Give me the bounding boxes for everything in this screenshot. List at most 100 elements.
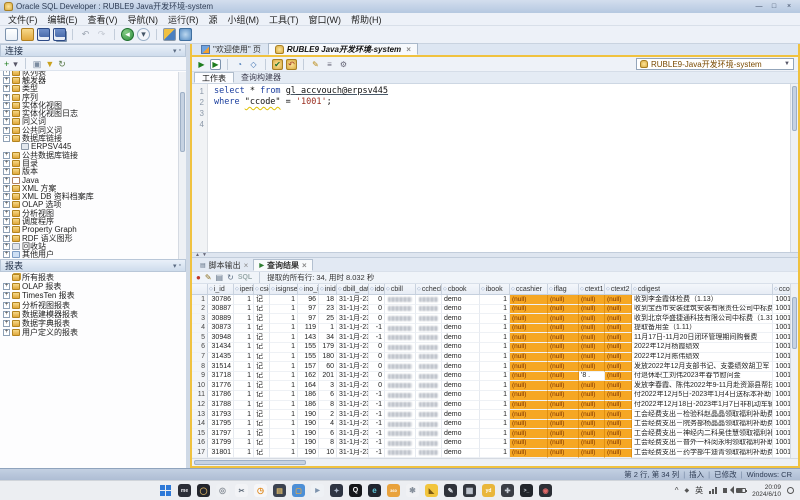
cell-ccashier[interactable]: (null) <box>510 372 548 382</box>
cell-rownum[interactable]: 3 <box>192 314 208 324</box>
expander-icon[interactable]: + <box>3 243 10 250</box>
cell-cbill[interactable] <box>385 449 416 459</box>
cell-idoc[interactable]: 0 <box>369 314 385 324</box>
cell-isignseq[interactable]: 1 <box>270 381 298 391</box>
cell-i_id[interactable]: 31788 <box>208 401 234 411</box>
cell-cbook[interactable]: demo <box>442 343 480 353</box>
cell-cdigest[interactable]: 2022年12月陈伟绩效 <box>632 353 773 363</box>
save-button[interactable] <box>37 28 50 41</box>
connections-scrollbar[interactable] <box>178 72 186 259</box>
cell-iperiod[interactable]: 1 <box>234 324 254 334</box>
undo-button[interactable]: ↶ <box>79 28 92 41</box>
cell-rownum[interactable]: 6 <box>192 343 208 353</box>
cell-ccashier[interactable]: (null) <box>510 401 548 411</box>
close-icon[interactable]: × <box>406 45 411 54</box>
cell-cdigest[interactable]: 付2022年12月5日-2023年1月4日送标本补助 <box>632 391 773 401</box>
cell-ibook[interactable]: 1 <box>480 391 510 401</box>
clear-button[interactable]: ✎ <box>310 59 321 70</box>
cell-ctext2[interactable]: (null) <box>605 381 632 391</box>
cell-i_id[interactable]: 31801 <box>208 449 234 459</box>
cell-iperiod[interactable]: 1 <box>234 314 254 324</box>
add-connection-button[interactable]: + <box>4 59 9 69</box>
menu-item[interactable]: 文件(F) <box>3 13 43 26</box>
column-header-ino_id[interactable]: ◇ino_id <box>298 284 319 294</box>
cell-ccheck[interactable] <box>416 324 442 334</box>
cell-ctext1[interactable]: (null) <box>579 429 605 439</box>
close-icon[interactable]: × <box>302 261 307 270</box>
cell-iflag[interactable]: (null) <box>548 333 579 343</box>
cell-csign[interactable]: 记 <box>254 343 270 353</box>
cell-dbill_date[interactable]: 31-1月-23 <box>337 401 369 411</box>
cell-ccheck[interactable] <box>416 343 442 353</box>
cell-ctext2[interactable]: (null) <box>605 324 632 334</box>
cell-rownum[interactable]: 10 <box>192 381 208 391</box>
minimize-button[interactable]: — <box>752 2 766 12</box>
expander-icon[interactable]: + <box>3 311 10 318</box>
editor-tab[interactable]: "欢迎使用" 页 <box>194 43 268 55</box>
clone-connection-icon[interactable]: ▣ <box>33 59 42 69</box>
column-header-iperiod[interactable]: ◇iperiod <box>234 284 254 294</box>
cell-iflag[interactable]: (null) <box>548 449 579 459</box>
cell-idoc[interactable]: -1 <box>369 449 385 459</box>
cell-cdigest[interactable]: 工会经费支出－普外一科闵永明领取福利补助费 <box>632 439 773 449</box>
expander-icon[interactable]: + <box>3 226 10 233</box>
cell-ctext1[interactable]: '8 . <box>579 372 605 382</box>
cell-ccashier[interactable]: (null) <box>510 410 548 420</box>
cell-ibook[interactable]: 1 <box>480 305 510 315</box>
column-header-isignseq[interactable]: ◇isignseq <box>270 284 298 294</box>
cell-inid[interactable]: 23 <box>319 305 337 315</box>
cell-rownum[interactable]: 13 <box>192 410 208 420</box>
cell-dbill_date[interactable]: 31-1月-23 <box>337 362 369 372</box>
cell-cdigest[interactable]: 工会经费支出－检验科赵晶晶领取福利补助费 <box>632 410 773 420</box>
cell-ibook[interactable]: 1 <box>480 381 510 391</box>
cell-iperiod[interactable]: 1 <box>234 420 254 430</box>
cell-ctext1[interactable]: (null) <box>579 362 605 372</box>
explain-plan-button[interactable]: ◇ <box>248 59 259 70</box>
rollback-button[interactable]: ↶ <box>286 59 297 70</box>
cell-inid[interactable]: 60 <box>319 362 337 372</box>
cell-idoc[interactable]: 0 <box>369 381 385 391</box>
close-button[interactable]: × <box>782 2 796 12</box>
cell-inid[interactable]: 1 <box>319 324 337 334</box>
browser-app[interactable]: e <box>368 484 381 497</box>
cell-cbook[interactable]: demo <box>442 391 480 401</box>
add-connection-caret[interactable]: ▾ <box>13 59 18 69</box>
new-file-button[interactable] <box>5 28 18 41</box>
cell-ctext1[interactable]: (null) <box>579 439 605 449</box>
cell-ccashier[interactable]: (null) <box>510 362 548 372</box>
cell-dbill_date[interactable]: 31-1月-23 <box>337 314 369 324</box>
column-header-cdigest[interactable]: ◇cdigest <box>632 284 773 294</box>
cell-ibook[interactable]: 1 <box>480 410 510 420</box>
cell-idoc[interactable]: -1 <box>369 324 385 334</box>
cell-ccheck[interactable] <box>416 353 442 363</box>
cell-iperiod[interactable]: 1 <box>234 391 254 401</box>
expander-icon[interactable]: + <box>3 110 10 117</box>
expander-icon[interactable]: + <box>3 218 10 225</box>
cell-idoc[interactable]: -1 <box>369 429 385 439</box>
cell-idoc[interactable]: 0 <box>369 362 385 372</box>
excavator-app[interactable]: ◣ <box>425 484 438 497</box>
cell-ctext2[interactable]: (null) <box>605 429 632 439</box>
cell-inid[interactable]: 10 <box>319 449 337 459</box>
cell-ibook[interactable]: 1 <box>480 401 510 411</box>
expander-icon[interactable]: + <box>3 177 10 184</box>
column-header-ctext2[interactable]: ◇ctext2 <box>605 284 632 294</box>
cell-inid[interactable]: 180 <box>319 353 337 363</box>
cell-ctext2[interactable]: (null) <box>605 295 632 305</box>
alarm-app[interactable]: ◷ <box>254 484 267 497</box>
cell-inid[interactable]: 3 <box>319 381 337 391</box>
expander-icon[interactable]: + <box>3 251 10 258</box>
cell-ibook[interactable]: 1 <box>480 353 510 363</box>
cell-i_id[interactable]: 30786 <box>208 295 234 305</box>
cell-isignseq[interactable]: 1 <box>270 410 298 420</box>
cell-ccheck[interactable] <box>416 372 442 382</box>
cell-iperiod[interactable]: 1 <box>234 439 254 449</box>
cell-dbill_date[interactable]: 31-1月-23 <box>337 305 369 315</box>
cell-ccheck[interactable] <box>416 439 442 449</box>
cell-csign[interactable]: 记 <box>254 324 270 334</box>
connection-selector[interactable]: RUBLE9-Java开发环境-system ▼ <box>636 58 794 70</box>
menu-item[interactable]: 小组(M) <box>223 13 265 26</box>
recorder-app[interactable]: ◉ <box>539 484 552 497</box>
refresh-grid-icon[interactable]: ↻ <box>227 273 234 283</box>
cell-ctext1[interactable]: (null) <box>579 391 605 401</box>
